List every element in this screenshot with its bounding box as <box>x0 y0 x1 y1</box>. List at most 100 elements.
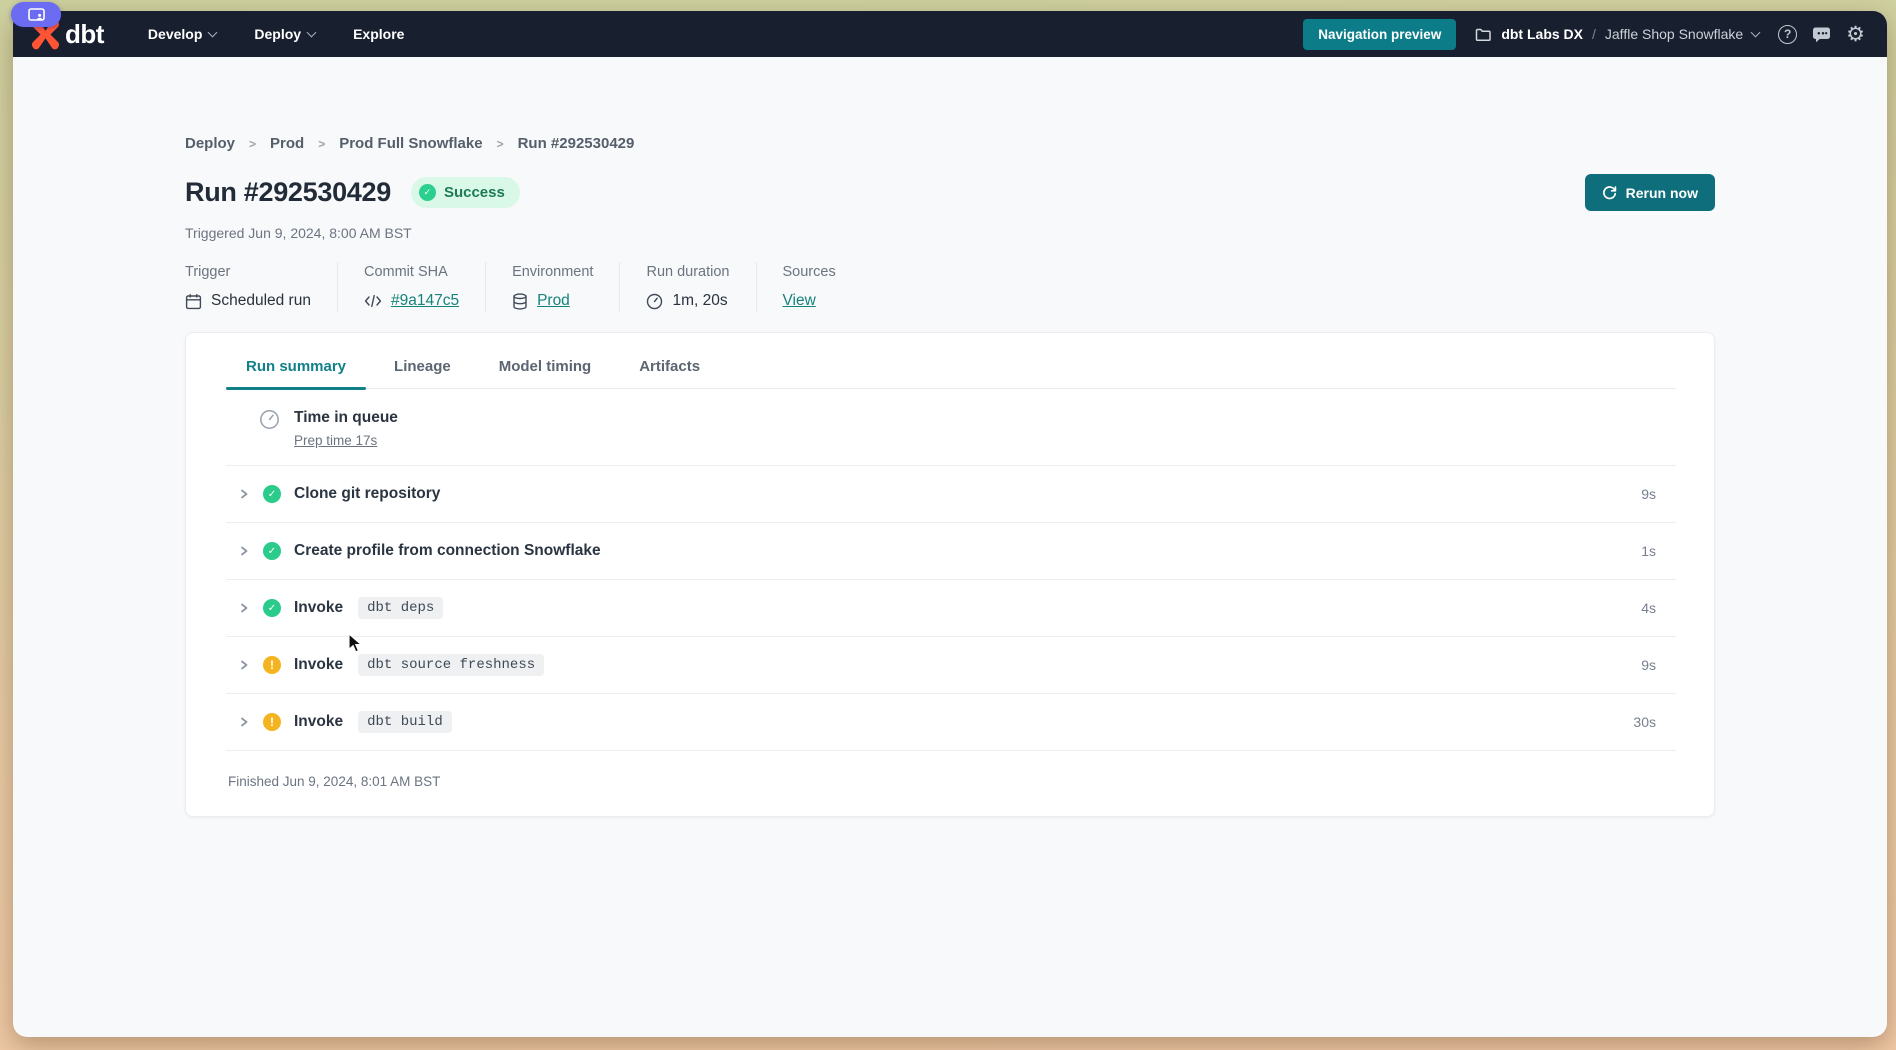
meta-label: Commit SHA <box>364 264 459 280</box>
tab-model-timing[interactable]: Model timing <box>479 358 612 388</box>
step-command-chip: dbt source freshness <box>358 654 544 676</box>
breadcrumb-separator: > <box>249 137 256 151</box>
tab-lineage[interactable]: Lineage <box>374 358 471 388</box>
breadcrumb: Deploy > Prod > Prod Full Snowflake > Ru… <box>185 135 1715 152</box>
commit-sha-link[interactable]: #9a147c5 <box>391 292 459 310</box>
expand-chevron-icon[interactable] <box>238 545 250 557</box>
rerun-now-label: Rerun now <box>1626 185 1698 201</box>
top-icons: ? ⚙ <box>1778 24 1865 45</box>
expand-chevron-icon[interactable] <box>238 716 250 728</box>
screen-user-icon <box>28 8 45 22</box>
status-badge: Success <box>411 177 520 208</box>
meta-value-text: Scheduled run <box>211 292 311 310</box>
top-navbar: dbt Develop Deploy Explore Navigation pr… <box>13 11 1887 57</box>
expand-chevron-icon[interactable] <box>238 659 250 671</box>
step-command-chip: dbt deps <box>358 597 443 619</box>
chevron-down-icon <box>208 27 218 37</box>
meta-run-duration: Run duration 1m, 20s <box>620 262 756 312</box>
breadcrumb-job[interactable]: Prod Full Snowflake <box>339 135 482 152</box>
meta-value-text: 1m, 20s <box>672 292 727 310</box>
step-duration: 9s <box>1641 486 1656 502</box>
run-summary-card: Run summary Lineage Model timing Artifac… <box>185 332 1715 817</box>
success-check-icon <box>419 184 436 201</box>
meta-label: Environment <box>512 264 593 280</box>
nav-menu-develop[interactable]: Develop <box>148 26 216 42</box>
account-project-selector[interactable]: dbt Labs DX / Jaffle Shop Snowflake <box>1475 26 1759 42</box>
timer-icon <box>259 409 280 430</box>
database-icon <box>512 293 528 310</box>
breadcrumb-deploy[interactable]: Deploy <box>185 135 235 152</box>
breadcrumb-separator: > <box>497 137 504 151</box>
step-title: Invoke <box>294 656 343 674</box>
meta-trigger: Trigger Scheduled run <box>185 262 338 312</box>
run-meta-row: Trigger Scheduled run Commit SHA <box>185 262 1715 312</box>
folder-icon <box>1475 27 1492 42</box>
sources-view-link[interactable]: View <box>783 292 816 310</box>
path-separator: / <box>1592 26 1596 42</box>
page-title: Run #292530429 <box>185 177 391 208</box>
chevron-down-icon <box>1751 27 1761 37</box>
feedback-icon[interactable] <box>1812 26 1831 43</box>
step-title: Invoke <box>294 599 343 617</box>
calendar-icon <box>185 293 202 310</box>
triggered-timestamp: Triggered Jun 9, 2024, 8:00 AM BST <box>185 225 1715 241</box>
project-name: Jaffle Shop Snowflake <box>1605 26 1743 42</box>
nav-menu-label: Develop <box>148 26 202 42</box>
step-row-dbt-build[interactable]: Invoke dbt build 30s <box>226 694 1676 751</box>
nav-menu-label: Explore <box>353 26 404 42</box>
step-row-dbt-deps[interactable]: Invoke dbt deps 4s <box>226 580 1676 637</box>
step-status-icon <box>263 656 281 674</box>
meta-sources: Sources View <box>757 262 862 312</box>
finished-timestamp: Finished Jun 9, 2024, 8:01 AM BST <box>226 751 1676 816</box>
step-status-icon <box>263 599 281 617</box>
expand-chevron-icon[interactable] <box>238 488 250 500</box>
step-command-chip: dbt build <box>358 711 452 733</box>
breadcrumb-run[interactable]: Run #292530429 <box>518 135 635 152</box>
account-name: dbt Labs DX <box>1501 26 1583 42</box>
step-status-icon <box>263 485 281 503</box>
help-icon[interactable]: ? <box>1778 25 1797 44</box>
nav-menu-label: Deploy <box>254 26 301 42</box>
step-duration: 9s <box>1641 657 1656 673</box>
step-row-create-profile[interactable]: Create profile from connection Snowflake… <box>226 523 1676 580</box>
nav-menu: Develop Deploy Explore <box>148 26 405 42</box>
rerun-now-button[interactable]: Rerun now <box>1585 174 1715 211</box>
step-status-icon <box>263 542 281 560</box>
screen-share-badge[interactable] <box>11 2 61 27</box>
breadcrumb-prod[interactable]: Prod <box>270 135 304 152</box>
time-in-queue-row: Time in queue Prep time 17s <box>226 389 1676 466</box>
meta-label: Sources <box>783 264 836 280</box>
refresh-icon <box>1602 185 1617 200</box>
nav-menu-explore[interactable]: Explore <box>353 26 404 42</box>
code-icon <box>364 294 382 308</box>
clock-icon <box>646 293 663 310</box>
step-title: Create profile from connection Snowflake <box>294 542 601 560</box>
dbt-logo-text: dbt <box>65 19 104 50</box>
step-duration: 4s <box>1641 600 1656 616</box>
expand-chevron-icon[interactable] <box>238 602 250 614</box>
meta-label: Run duration <box>646 264 729 280</box>
app-window: dbt Develop Deploy Explore Navigation pr… <box>13 11 1887 1037</box>
step-row-clone-git[interactable]: Clone git repository 9s <box>226 466 1676 523</box>
navigation-preview-button[interactable]: Navigation preview <box>1303 19 1456 50</box>
chevron-down-icon <box>307 27 317 37</box>
time-in-queue-title: Time in queue <box>294 409 398 427</box>
step-status-icon <box>263 713 281 731</box>
tab-artifacts[interactable]: Artifacts <box>619 358 720 388</box>
step-duration: 1s <box>1641 543 1656 559</box>
tab-bar: Run summary Lineage Model timing Artifac… <box>226 333 1676 389</box>
step-row-dbt-source-freshness[interactable]: Invoke dbt source freshness 9s <box>226 637 1676 694</box>
nav-menu-deploy[interactable]: Deploy <box>254 26 315 42</box>
meta-commit-sha: Commit SHA #9a147c5 <box>338 262 486 312</box>
step-title: Invoke <box>294 713 343 731</box>
step-duration: 30s <box>1633 714 1656 730</box>
prep-time-link[interactable]: Prep time 17s <box>294 433 377 448</box>
breadcrumb-separator: > <box>318 137 325 151</box>
meta-label: Trigger <box>185 264 311 280</box>
settings-icon[interactable]: ⚙ <box>1846 24 1865 45</box>
run-detail-page: Deploy > Prod > Prod Full Snowflake > Ru… <box>13 135 1887 817</box>
meta-environment: Environment Prod <box>486 262 620 312</box>
step-title: Clone git repository <box>294 485 440 503</box>
environment-link[interactable]: Prod <box>537 292 570 310</box>
tab-run-summary[interactable]: Run summary <box>226 358 366 388</box>
